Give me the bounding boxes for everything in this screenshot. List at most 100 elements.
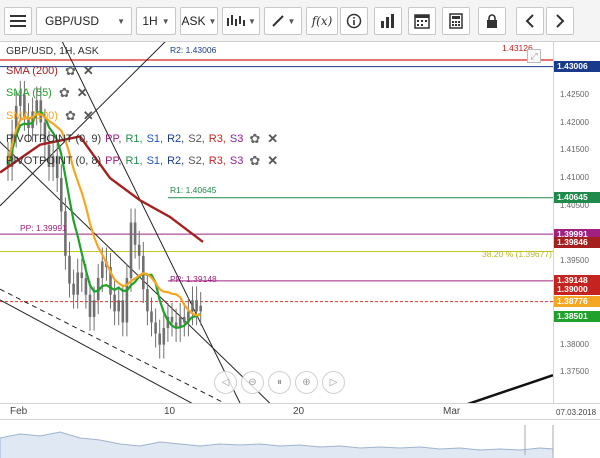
r1-line-label: R1: 1.40645 bbox=[170, 185, 217, 195]
chart-nav-buttons: ◁ ⊖ ⏸ ⊕ ▷ bbox=[214, 371, 345, 394]
sma55-label: SMA (55) bbox=[6, 87, 52, 99]
gear-icon[interactable]: ✿ bbox=[249, 131, 260, 147]
candle-body bbox=[199, 305, 202, 312]
candle-body bbox=[72, 283, 75, 295]
s3-level-label: S3 bbox=[229, 133, 244, 145]
close-icon[interactable]: ✕ bbox=[77, 85, 88, 101]
legend-sma200[interactable]: SMA (200) ✿ ✕ bbox=[6, 62, 94, 80]
series-title-label: GBP/USD, 1H, ASK bbox=[6, 45, 99, 57]
y-tick-label: 1.37500 bbox=[560, 367, 589, 377]
r3-level-label: R3, bbox=[208, 155, 226, 167]
volume-bars-icon bbox=[381, 14, 394, 28]
candle-body bbox=[183, 316, 186, 323]
candle-body bbox=[92, 300, 96, 317]
gear-icon[interactable]: ✿ bbox=[65, 108, 76, 124]
function-icon: f(x) bbox=[311, 14, 333, 28]
candle-body bbox=[76, 272, 79, 295]
candle-body bbox=[88, 294, 92, 317]
chevron-right-icon bbox=[556, 14, 565, 28]
sma100-label: SMA (100) bbox=[6, 110, 58, 122]
legend-sma55[interactable]: SMA (55) ✿ ✕ bbox=[6, 84, 88, 102]
x-tick-label: 07.03.2018 bbox=[556, 408, 597, 417]
s2-level-label: S2, bbox=[188, 133, 205, 145]
chevron-left-button[interactable] bbox=[516, 7, 544, 35]
r3-level-label: R3, bbox=[208, 133, 226, 145]
price-tag: 1.40645 bbox=[554, 192, 600, 204]
price-side-select[interactable]: ASK ▼ bbox=[180, 7, 218, 35]
info-button[interactable] bbox=[340, 7, 368, 35]
pivot2-label: PIVOTPOINT (0, 8) bbox=[6, 155, 102, 167]
candle-body bbox=[117, 300, 120, 312]
candle-body bbox=[158, 333, 161, 345]
calculator-button[interactable] bbox=[442, 7, 470, 35]
close-icon[interactable]: ✕ bbox=[267, 131, 278, 147]
candle-body bbox=[113, 294, 116, 312]
lock-icon bbox=[487, 14, 497, 28]
chevron-right-button[interactable] bbox=[546, 7, 574, 35]
time-axis[interactable]: Feb 10 20 Mar 07.03.2018 bbox=[0, 403, 600, 419]
legend-pivot2[interactable]: PIVOTPOINT (0, 8) PP, R1, S1, R2, S2, R3… bbox=[6, 152, 278, 170]
candle-body bbox=[68, 255, 71, 284]
candle-body bbox=[154, 322, 157, 334]
price-tag: 1.38501 bbox=[554, 311, 600, 323]
navigator[interactable] bbox=[0, 419, 600, 458]
chevron-down-icon: ▼ bbox=[161, 16, 170, 26]
candle-body bbox=[60, 178, 63, 212]
pp-line-label: PP: 1.39148 bbox=[170, 274, 217, 284]
symbol-label: GBP/USD bbox=[45, 14, 100, 28]
close-icon[interactable]: ✕ bbox=[83, 108, 94, 124]
nav-right-icon[interactable]: ▷ bbox=[322, 371, 345, 394]
gear-icon[interactable]: ✿ bbox=[59, 85, 70, 101]
candle-body bbox=[133, 222, 137, 245]
candles-button[interactable]: ▼ bbox=[222, 7, 260, 35]
close-icon[interactable]: ✕ bbox=[83, 63, 94, 79]
expand-icon[interactable]: ⤢ bbox=[527, 49, 541, 63]
legend-pivot1[interactable]: PIVOTPOINT (0, 9) PP, R1, S1, R2, S2, R3… bbox=[6, 130, 278, 148]
gear-icon[interactable]: ✿ bbox=[65, 63, 76, 79]
candle-body bbox=[121, 300, 125, 323]
s1-level-label: S1, bbox=[146, 133, 164, 145]
chevron-down-icon: ▼ bbox=[248, 16, 256, 26]
r2-line-label: R2: 1.43006 bbox=[170, 45, 217, 55]
reset-zoom-icon[interactable]: ⏸ bbox=[268, 371, 291, 394]
gear-icon[interactable]: ✿ bbox=[249, 153, 260, 169]
x-tick-label: 10 bbox=[164, 406, 176, 417]
zoom-out-icon[interactable]: ⊖ bbox=[241, 371, 264, 394]
price-side-label: ASK bbox=[181, 14, 206, 28]
r2-level-label: R2, bbox=[167, 133, 185, 145]
y-tick-label: 1.42000 bbox=[560, 117, 589, 127]
candle-body bbox=[80, 272, 84, 279]
lock-button[interactable] bbox=[478, 7, 506, 35]
nav-left-icon[interactable]: ◁ bbox=[214, 371, 237, 394]
y-tick-label: 1.41000 bbox=[560, 173, 589, 183]
draw-tool-button[interactable]: ▼ bbox=[264, 7, 302, 35]
y-tick-label: 1.42500 bbox=[560, 89, 589, 99]
price-axis[interactable]: 1.425001.420001.415001.410001.405001.400… bbox=[553, 42, 600, 403]
price-tag: 1.38776 bbox=[554, 296, 600, 308]
close-icon[interactable]: ✕ bbox=[267, 153, 278, 169]
legend-sma100[interactable]: SMA (100) ✿ ✕ bbox=[6, 107, 94, 125]
x-tick-label: Mar bbox=[443, 406, 461, 417]
symbol-select[interactable]: GBP/USD ▼ bbox=[36, 7, 132, 35]
s1-level-label: S1, bbox=[146, 155, 164, 167]
pp-old-line-label: PP: 1.39991 bbox=[20, 223, 67, 233]
info-icon bbox=[346, 13, 362, 29]
sma200-label: SMA (200) bbox=[6, 65, 58, 77]
s2-level-label: S2, bbox=[188, 155, 205, 167]
candle-body bbox=[64, 211, 67, 256]
channel-line-lower bbox=[0, 299, 193, 403]
candle-body bbox=[191, 300, 194, 312]
price-tag: 1.39846 bbox=[554, 236, 600, 248]
volume-button[interactable] bbox=[374, 7, 402, 35]
price-tag: 1.39000 bbox=[554, 283, 600, 295]
calendar-button[interactable] bbox=[408, 7, 436, 35]
s3-level-label: S3 bbox=[229, 155, 244, 167]
price-tag: 1.43006 bbox=[554, 61, 600, 73]
candle-body bbox=[170, 316, 174, 323]
chevron-down-icon: ▼ bbox=[208, 16, 217, 26]
function-button[interactable]: f(x) bbox=[306, 7, 338, 35]
hamburger-menu-icon[interactable] bbox=[4, 7, 32, 35]
candle-body bbox=[129, 222, 133, 279]
timeframe-select[interactable]: 1H ▼ bbox=[136, 7, 176, 35]
zoom-in-icon[interactable]: ⊕ bbox=[295, 371, 318, 394]
